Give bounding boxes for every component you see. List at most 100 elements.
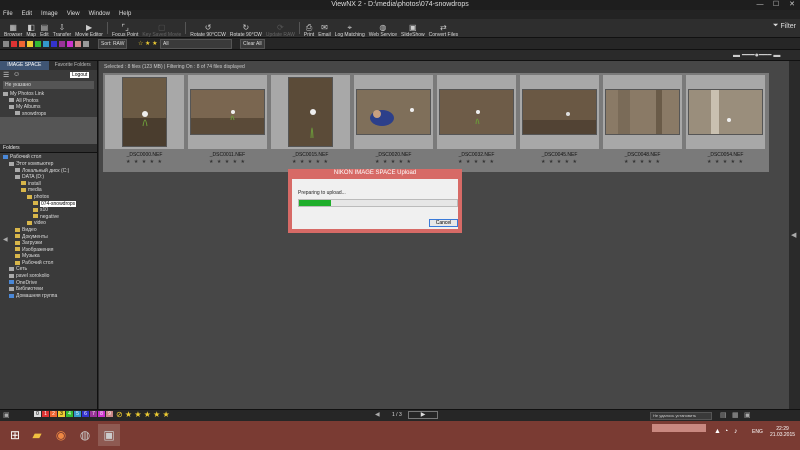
panel-toggle-icon[interactable]: ▣ [3, 411, 10, 419]
grid-view-icon[interactable]: ▦ [732, 411, 739, 419]
thumbnail-rating[interactable]: ★ ★ ★ ★ ★ [269, 159, 352, 165]
tree-item[interactable]: Музыка [3, 253, 97, 260]
thumbnail[interactable]: _DSC0032.NEF ★ ★ ★ ★ ★ [435, 73, 518, 172]
tree-item[interactable]: Рабочий стол [3, 260, 97, 267]
tree-item[interactable]: Рабочий стол [3, 154, 97, 161]
tree-item[interactable]: pavel sorokolio [3, 273, 97, 280]
menu-file[interactable]: File [3, 10, 13, 19]
thumbnail[interactable]: _DSC0020.NEF ★ ★ ★ ★ ★ [352, 73, 435, 172]
thumbnail[interactable]: _DSC0015.NEF ★ ★ ★ ★ ★ [269, 73, 352, 172]
label-swatch[interactable] [59, 41, 65, 47]
chrome-icon[interactable]: ◉ [50, 424, 72, 446]
label-swatch[interactable] [19, 41, 25, 47]
label-6[interactable]: 6 [82, 411, 89, 417]
tree-item[interactable]: video [3, 220, 97, 227]
tree-item[interactable]: s10 [3, 207, 97, 214]
tree-item[interactable]: Библиотеки [3, 286, 97, 293]
chevron-left-icon[interactable]: ◀ [3, 236, 8, 243]
rating-stars[interactable]: ⊘ ★ ★ ★ ★ ★ [116, 410, 170, 419]
right-panel-toggle[interactable]: ◀ [789, 61, 800, 409]
tree-item[interactable]: Изображения [3, 247, 97, 254]
file-explorer-icon[interactable]: ▰ [26, 424, 48, 446]
movie-editor-button[interactable]: ▶ Movie Editor [73, 19, 105, 38]
label-swatch[interactable] [83, 41, 89, 47]
thumbnail[interactable]: _DSC0011.NEF ★ ★ ★ ★ ★ [186, 73, 269, 172]
thumbnail[interactable]: _DSC0054.NEF ★ ★ ★ ★ ★ [684, 73, 767, 172]
tree-item[interactable]: My Albums [3, 104, 97, 111]
taskbar-search[interactable] [652, 424, 706, 432]
slideshow-button[interactable]: ▣ SlideShow [399, 19, 427, 38]
label-7[interactable]: 7 [90, 411, 97, 417]
menu-edit[interactable]: Edit [22, 10, 32, 19]
thumbnail-rating[interactable]: ★ ★ ★ ★ ★ [435, 159, 518, 165]
tree-item[interactable]: Видео [3, 227, 97, 234]
menu-view[interactable]: View [67, 10, 80, 19]
thumbnail[interactable]: _DSC0045.NEF ★ ★ ★ ★ ★ [518, 73, 601, 172]
thumbnail-rating[interactable]: ★ ★ ★ ★ ★ [684, 159, 767, 165]
menu-help[interactable]: Help [119, 10, 131, 19]
windows-start-icon[interactable]: ⊞ [4, 424, 26, 446]
label-swatch[interactable] [67, 41, 73, 47]
convert-files-button[interactable]: ⇄ Convert Files [427, 19, 460, 38]
browser-button[interactable]: ▦ Browser [2, 19, 24, 38]
filter-select[interactable]: All [160, 39, 232, 49]
label-0[interactable]: 0 [34, 411, 41, 417]
thumbnail-rating[interactable]: ★ ★ ★ ★ ★ [103, 159, 186, 165]
logout-button[interactable]: Logout [70, 72, 90, 78]
volume-icon[interactable]: ♪ [734, 428, 738, 435]
web-service-button[interactable]: ◍ Web Service [367, 19, 399, 38]
thumbnail[interactable]: _DSC0048.NEF ★ ★ ★ ★ ★ [601, 73, 684, 172]
tab-favorite-folders[interactable]: Favorite Folders [48, 61, 97, 70]
label-8[interactable]: 8 [98, 411, 105, 417]
tree-item[interactable]: Этот компьютер [3, 161, 97, 168]
input-language[interactable]: ENG [752, 429, 763, 435]
prev-page-button[interactable]: ◀ [375, 411, 380, 418]
next-page-button[interactable]: ▶ [408, 411, 438, 419]
label-swatch[interactable] [35, 41, 41, 47]
label-swatch[interactable] [51, 41, 57, 47]
thumbnail-rating[interactable]: ★ ★ ★ ★ ★ [186, 159, 269, 165]
menu-window[interactable]: Window [89, 10, 110, 19]
tree-item[interactable]: Документы [3, 234, 97, 241]
thumbnail-rating[interactable]: ★ ★ ★ ★ ★ [601, 159, 684, 165]
tree-item[interactable]: Домашняя группа [3, 293, 97, 300]
thumbnail-rating[interactable]: ★ ★ ★ ★ ★ [518, 159, 601, 165]
close-button[interactable]: ✕ [784, 0, 800, 10]
label-2[interactable]: 2 [50, 411, 57, 417]
tree-item[interactable]: photos [3, 194, 97, 201]
log-matching-button[interactable]: ⌖ Log Matching [333, 19, 367, 38]
tree-item[interactable]: snowdrops [3, 111, 97, 118]
fullscreen-icon[interactable]: ▣ [744, 411, 751, 419]
label-swatch[interactable] [75, 41, 81, 47]
app-icon[interactable]: ◍ [74, 424, 96, 446]
rotate-ccw-button[interactable]: ↺ Rotate 90°CCW [188, 19, 228, 38]
rotate-cw-button[interactable]: ↻ Rotate 90°CW [228, 19, 264, 38]
focus-point-button[interactable]: ⌜⌟ Focus Point [110, 19, 140, 38]
viewnx-icon[interactable]: ▣ [98, 424, 120, 446]
key-saved-movie-button[interactable]: ▢ Key Saved Movie [140, 19, 183, 38]
menu-image[interactable]: Image [41, 10, 58, 19]
label-3[interactable]: 3 [58, 411, 65, 417]
map-button[interactable]: ◧ Map [24, 19, 38, 38]
edit-button[interactable]: ▤ Edit [38, 19, 51, 38]
clock[interactable]: 22:29 21.03.2015 [770, 426, 795, 438]
label-swatch[interactable] [11, 41, 17, 47]
email-button[interactable]: ✉ Email [316, 19, 333, 38]
sort-dropdown[interactable]: Sort: RAW [98, 39, 128, 49]
label-5[interactable]: 5 [74, 411, 81, 417]
tree-item[interactable]: All Photos [3, 98, 97, 105]
tree-item[interactable]: install [3, 181, 97, 188]
tab-image-space[interactable]: IMAGE SPACE [0, 61, 49, 70]
tree-item-selected[interactable]: 074-snowdrops [3, 200, 97, 208]
account-select[interactable]: Не указано [3, 81, 94, 89]
update-raw-button[interactable]: ⟳ Update RAW [264, 19, 297, 38]
tree-item[interactable]: media [3, 187, 97, 194]
label-swatch[interactable] [27, 41, 33, 47]
label-swatch[interactable] [43, 41, 49, 47]
network-icon[interactable]: ◔ [724, 428, 728, 435]
tree-item[interactable]: DATA (D:) [3, 174, 97, 181]
tree-item[interactable]: negative [3, 214, 97, 221]
minimize-button[interactable]: — [752, 0, 768, 10]
tree-item[interactable]: Сеть [3, 266, 97, 273]
list-icon[interactable]: ☰ [3, 71, 9, 79]
